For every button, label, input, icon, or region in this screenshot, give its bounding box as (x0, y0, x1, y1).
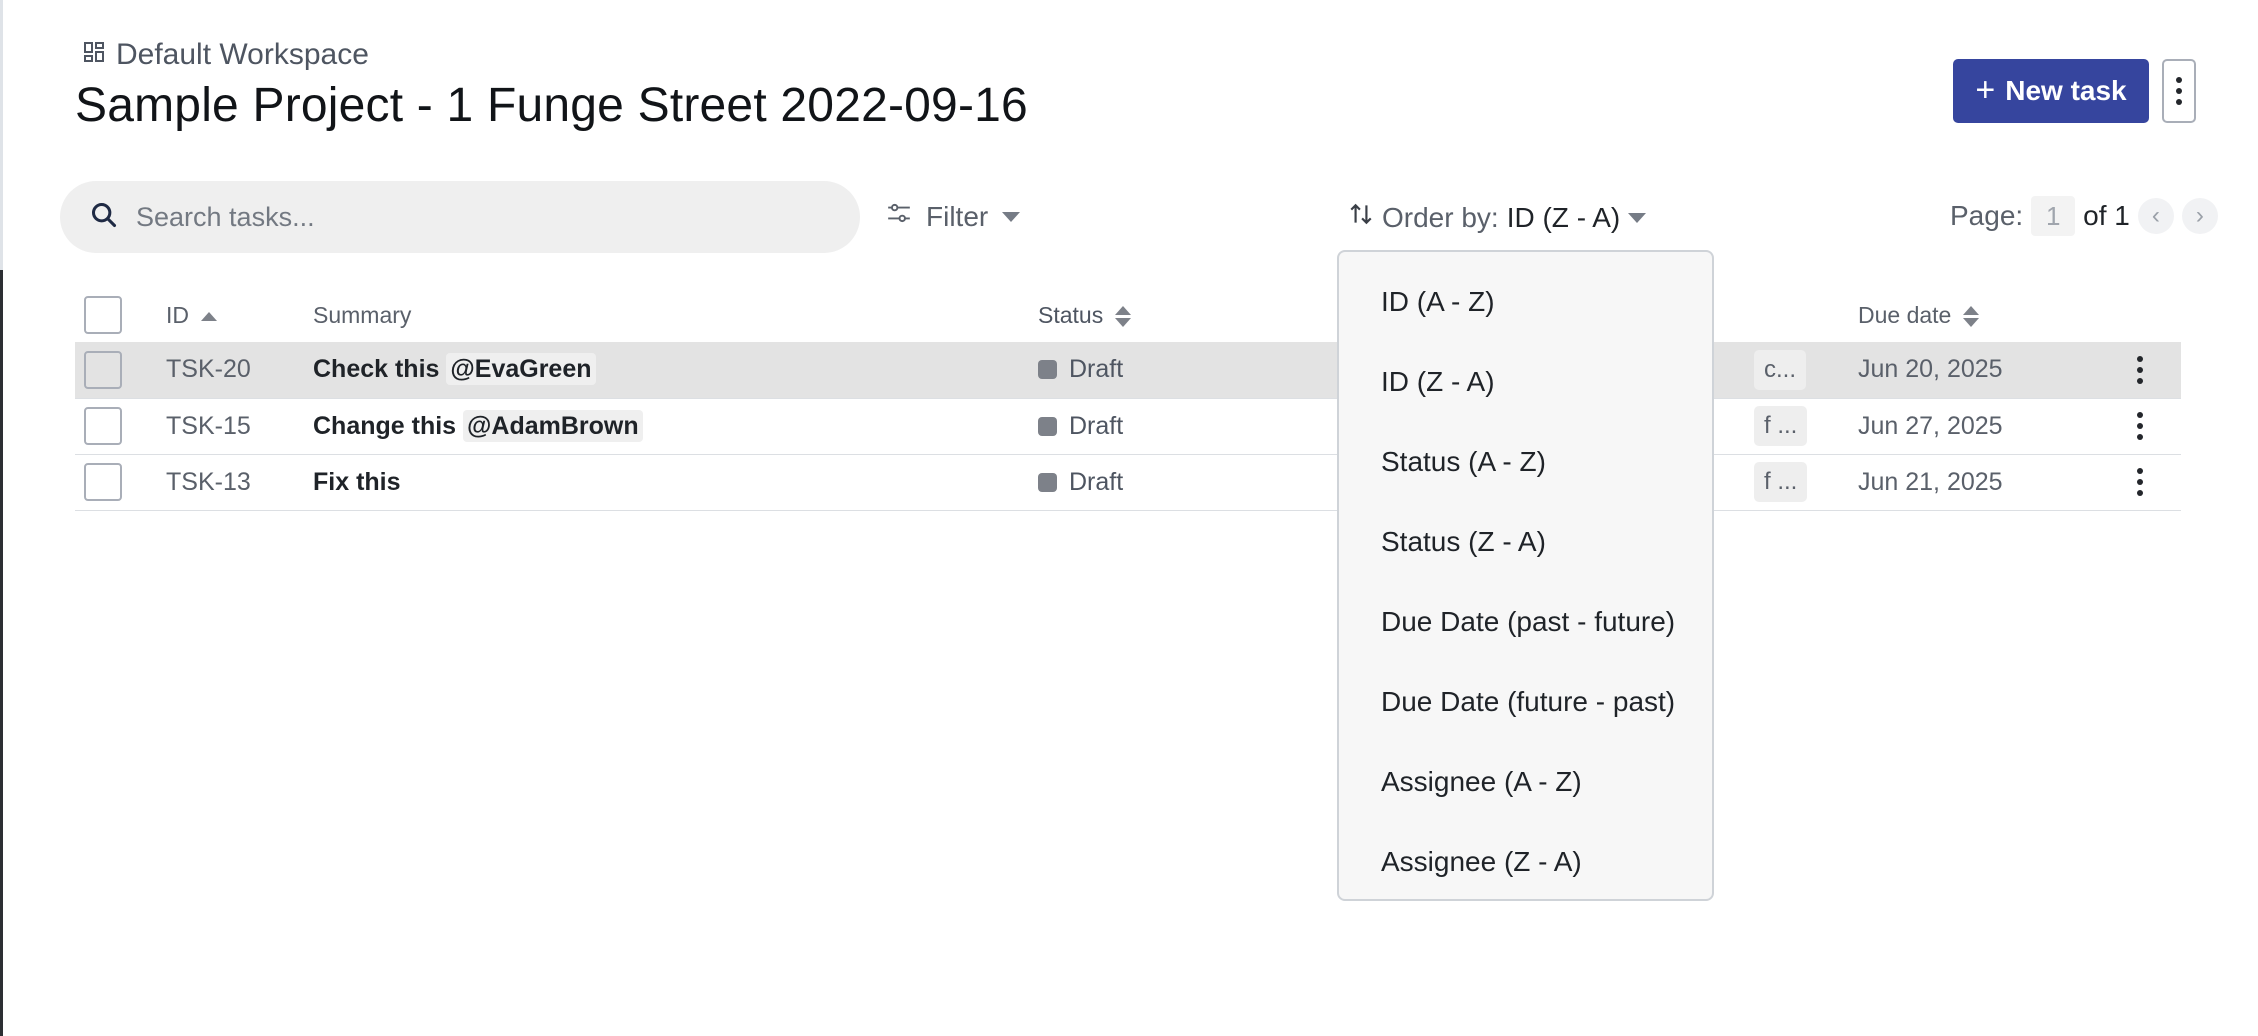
order-option-due-past-future[interactable]: Due Date (past - future) (1339, 582, 1712, 662)
new-task-button[interactable]: + New task (1953, 59, 2149, 123)
search-input[interactable] (136, 201, 816, 233)
task-summary[interactable]: Change this @AdamBrown (313, 398, 1038, 455)
truncated-chip: c... (1754, 349, 1807, 390)
status-dot-icon (1038, 416, 1057, 436)
order-option-id-desc[interactable]: ID (Z - A) (1339, 342, 1712, 422)
row-select-cell (75, 342, 166, 399)
row-select-cell (75, 398, 166, 455)
page-more-button[interactable] (2162, 59, 2196, 123)
caret-down-icon (1628, 212, 1647, 223)
page-total: of 1 (2083, 200, 2130, 231)
mention[interactable]: @AdamBrown (463, 409, 643, 442)
table-row[interactable]: TSK-13 Fix this Draft f ... Jun 21, 2025 (75, 454, 2181, 511)
summary-text: Change this (313, 411, 457, 440)
row-actions-cell (2118, 454, 2181, 511)
row-checkbox[interactable] (84, 407, 122, 445)
task-due-date: Jun 20, 2025 (1858, 342, 2118, 399)
search-bar (60, 181, 860, 253)
order-prefix: Order by: (1382, 201, 1499, 233)
sort-icon (1963, 305, 1980, 327)
select-all-checkbox[interactable] (84, 296, 122, 334)
order-option-assignee-asc[interactable]: Assignee (A - Z) (1339, 742, 1712, 822)
row-actions-cell (2118, 342, 2181, 399)
order-option-status-desc[interactable]: Status (Z - A) (1339, 502, 1712, 582)
row-more-icon[interactable] (2098, 412, 2181, 440)
header-actions (2118, 288, 2181, 342)
filter-label: Filter (926, 200, 989, 232)
summary-text: Fix this (313, 467, 401, 496)
truncated-chip: f ... (1754, 406, 1808, 446)
task-id: TSK-20 (166, 342, 313, 399)
page-number-input[interactable]: 1 (2031, 196, 2076, 236)
row-select-cell (75, 454, 166, 511)
truncated-chip: f ... (1754, 462, 1808, 502)
sort-icon (1115, 305, 1132, 327)
row-more-icon[interactable] (2098, 355, 2181, 384)
new-task-label: New task (2005, 75, 2127, 106)
row-more-icon[interactable] (2098, 468, 2181, 496)
order-value: ID (Z - A) (1506, 201, 1621, 233)
status-text: Draft (1069, 355, 1124, 384)
status-dot-icon (1038, 472, 1057, 492)
status-dot-icon (1038, 360, 1057, 380)
window-edge (0, 0, 3, 270)
select-all-cell (75, 288, 166, 342)
mention[interactable]: @EvaGreen (446, 353, 596, 386)
next-page-icon[interactable]: › (2181, 198, 2218, 234)
row-checkbox[interactable] (84, 350, 122, 389)
table-row[interactable]: TSK-15 Change this @AdamBrown Draft f ..… (75, 398, 2181, 455)
table-header-row: ID Summary Status Due date (75, 288, 2181, 342)
header-summary: Summary (313, 301, 412, 328)
breadcrumb[interactable]: Default Workspace (82, 38, 369, 72)
order-option-assignee-desc[interactable]: Assignee (Z - A) (1339, 822, 1712, 902)
header-id-label: ID (166, 301, 189, 328)
summary-text: Check this (313, 355, 440, 384)
task-summary[interactable]: Fix this (313, 454, 1038, 511)
workspace-name[interactable]: Default Workspace (116, 38, 369, 72)
row-checkbox[interactable] (84, 463, 122, 501)
prev-page-icon[interactable]: ‹ (2137, 198, 2174, 234)
header-id[interactable]: ID (166, 288, 313, 342)
more-vertical-icon (2176, 77, 2182, 105)
window-edge-dark (0, 270, 3, 1036)
task-table: ID Summary Status Due date TSK-20 Check … (75, 288, 2181, 511)
status-text: Draft (1069, 411, 1124, 440)
caret-down-icon (1002, 211, 1021, 222)
order-option-status-asc[interactable]: Status (A - Z) (1339, 422, 1712, 502)
task-due-date: Jun 27, 2025 (1858, 398, 2118, 455)
header-due-label: Due date (1858, 301, 1952, 328)
header-status-label: Status (1038, 301, 1104, 328)
order-by-button[interactable]: Order by: ID (Z - A) (1348, 200, 1647, 235)
pagination: Page: 1 of 1 ‹ › (1950, 196, 2218, 236)
order-option-due-future-past[interactable]: Due Date (future - past) (1339, 662, 1712, 742)
task-id: TSK-15 (166, 398, 313, 455)
sort-arrows-icon (1348, 200, 1374, 235)
task-due-date: Jun 21, 2025 (1858, 454, 2118, 511)
page-title: Sample Project - 1 Funge Street 2022-09-… (75, 79, 1028, 132)
table-row[interactable]: TSK-20 Check this @EvaGreen Draft c... J… (75, 342, 2181, 399)
order-by-dropdown: ID (A - Z) ID (Z - A) Status (A - Z) Sta… (1337, 250, 1714, 901)
dashboard-icon (82, 38, 106, 72)
order-option-id-asc[interactable]: ID (A - Z) (1339, 262, 1712, 342)
status-text: Draft (1069, 467, 1124, 496)
plus-icon: + (1975, 70, 1996, 109)
row-actions-cell (2118, 398, 2181, 455)
task-summary[interactable]: Check this @EvaGreen (313, 342, 1038, 399)
header-due-date[interactable]: Due date (1858, 288, 2118, 342)
sort-asc-icon (201, 311, 217, 321)
sliders-icon (886, 200, 912, 233)
page-label: Page: (1950, 200, 2024, 231)
filter-button[interactable]: Filter (886, 200, 1021, 233)
task-id: TSK-13 (166, 454, 313, 511)
search-icon (90, 201, 118, 234)
